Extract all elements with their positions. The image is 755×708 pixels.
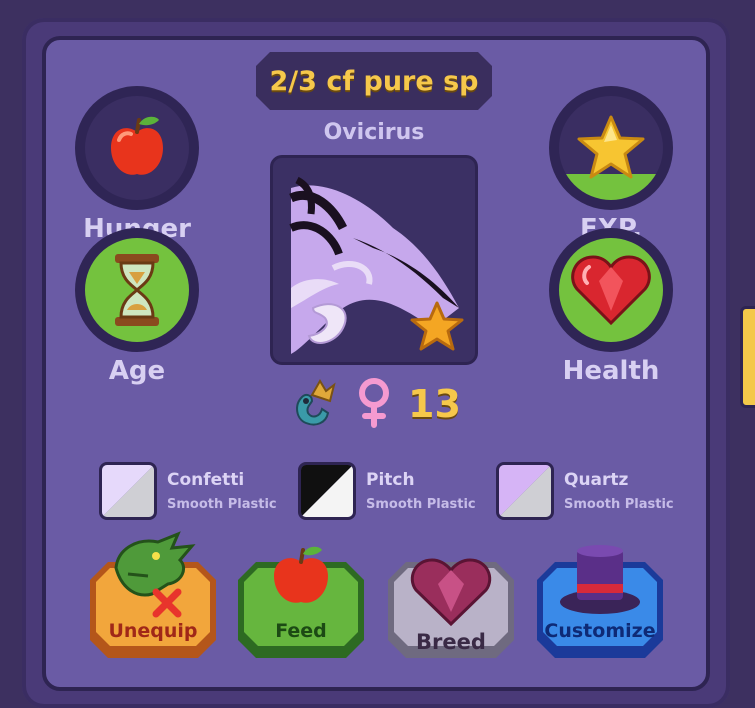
age-ring bbox=[75, 228, 199, 352]
health-ring bbox=[549, 228, 673, 352]
dragon-icon bbox=[286, 375, 340, 433]
breed-label: Breed bbox=[416, 630, 486, 654]
hourglass-icon bbox=[75, 228, 199, 352]
customize-label: Customize bbox=[544, 620, 656, 642]
color-swatch bbox=[496, 462, 554, 520]
material-slot-3[interactable]: Quartz Smooth Plastic bbox=[496, 462, 674, 520]
health-stat[interactable]: Health bbox=[546, 228, 676, 386]
hunger-ring bbox=[75, 86, 199, 210]
age-stat[interactable]: Age bbox=[72, 228, 202, 386]
material-type: Smooth Plastic bbox=[366, 497, 476, 512]
heart-gem-icon bbox=[410, 558, 492, 627]
material-type: Smooth Plastic bbox=[167, 497, 277, 512]
unequip-label: Unequip bbox=[108, 620, 198, 642]
unequip-button[interactable]: Unequip bbox=[90, 531, 216, 662]
customize-button[interactable]: Customize bbox=[537, 545, 663, 662]
material-slot-1[interactable]: Confetti Smooth Plastic bbox=[99, 462, 277, 520]
remove-x-icon bbox=[152, 588, 182, 618]
health-label: Health bbox=[562, 356, 660, 386]
hunger-stat[interactable]: Hunger bbox=[72, 86, 202, 244]
top-hat-icon bbox=[560, 545, 640, 614]
pet-info-row: 13 bbox=[286, 376, 461, 432]
title-plate: 2/3 cf pure sp bbox=[256, 52, 492, 110]
material-slot-2[interactable]: Pitch Smooth Plastic bbox=[298, 462, 476, 520]
apple-icon bbox=[274, 546, 328, 603]
feed-label: Feed bbox=[275, 620, 327, 642]
exp-stat[interactable]: EXP. bbox=[546, 86, 676, 244]
material-name: Confetti bbox=[167, 470, 245, 490]
color-swatch bbox=[99, 462, 157, 520]
color-swatch bbox=[298, 462, 356, 520]
pet-level: 13 bbox=[408, 382, 461, 426]
age-label: Age bbox=[108, 356, 166, 386]
favorite-star-icon bbox=[410, 301, 464, 351]
female-symbol-icon bbox=[354, 375, 394, 433]
material-name: Quartz bbox=[564, 470, 629, 490]
pet-species-name: Ovicirus bbox=[323, 120, 425, 145]
star-icon bbox=[549, 86, 673, 210]
feed-button[interactable]: Feed bbox=[238, 546, 364, 662]
heart-icon bbox=[549, 228, 673, 352]
breed-button[interactable]: Breed bbox=[388, 558, 514, 662]
exp-ring bbox=[549, 86, 673, 210]
pet-title: 2/3 cf pure sp bbox=[269, 65, 479, 97]
apple-icon bbox=[75, 86, 199, 210]
material-name: Pitch bbox=[366, 470, 415, 490]
side-tab[interactable] bbox=[740, 306, 755, 408]
pet-portrait[interactable] bbox=[270, 155, 478, 365]
material-type: Smooth Plastic bbox=[564, 497, 674, 512]
